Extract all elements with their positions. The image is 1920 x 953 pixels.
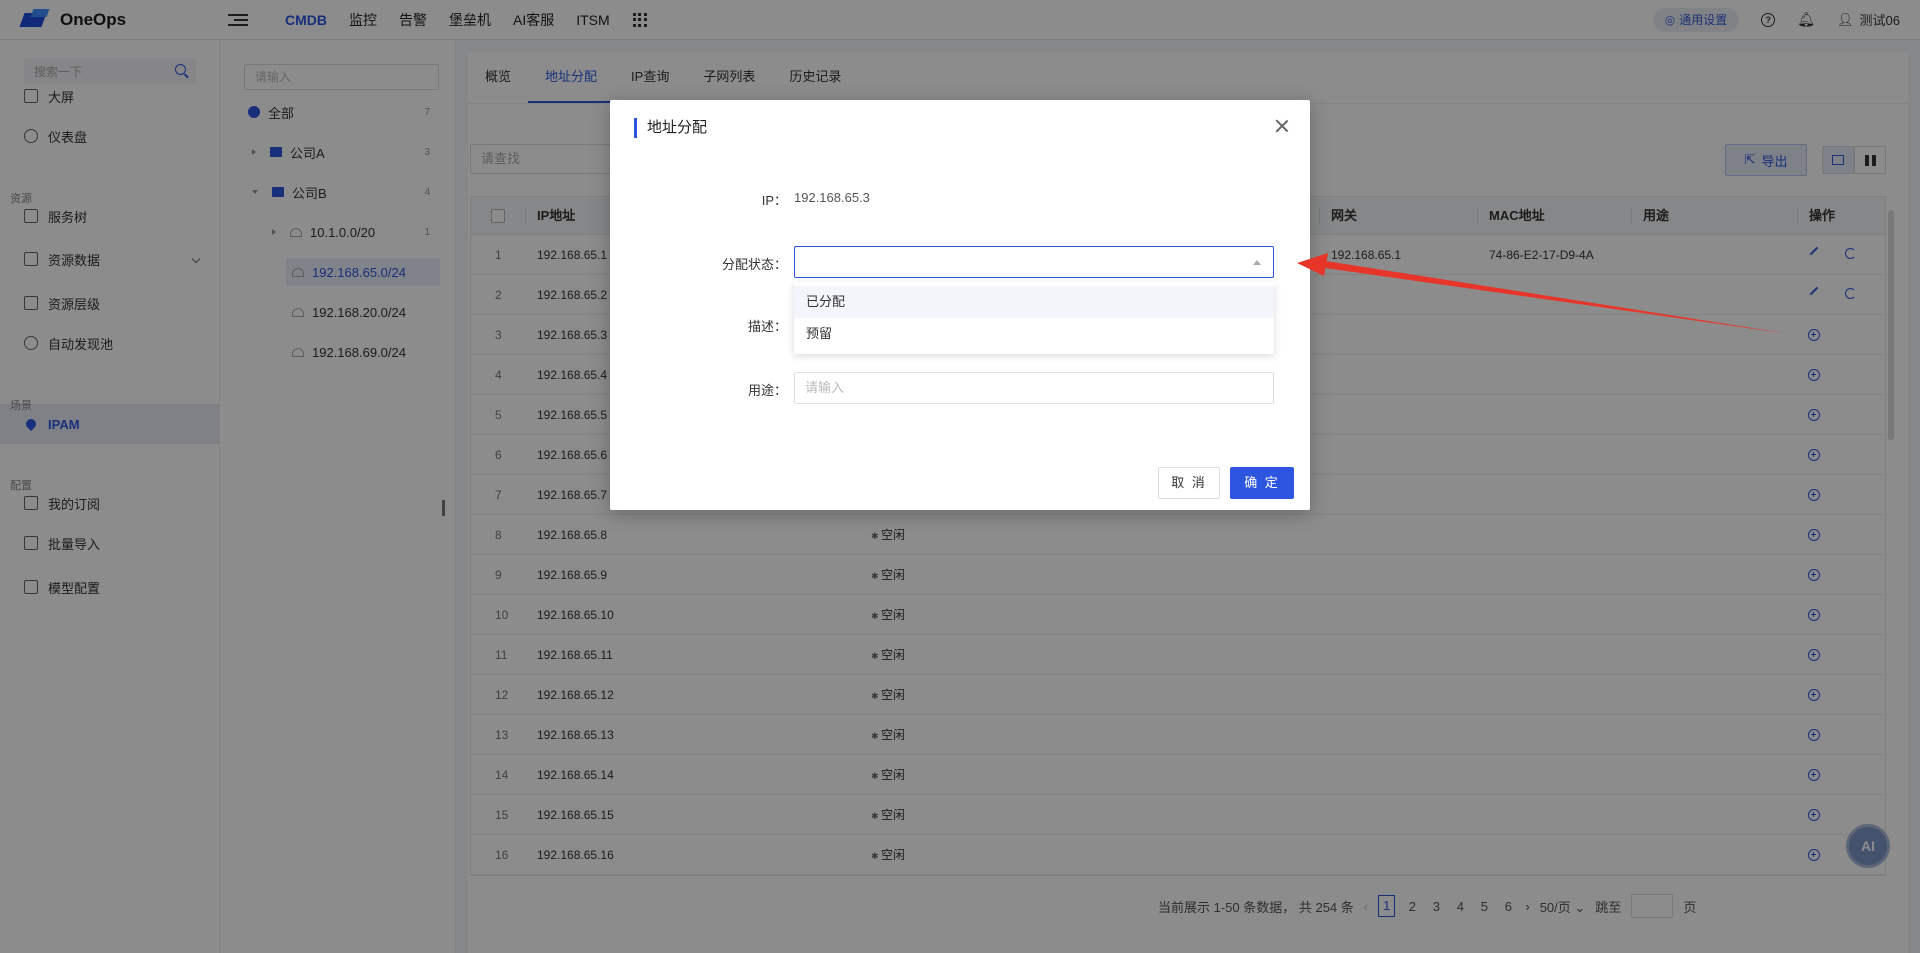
ip-label: IP： [761, 193, 787, 208]
allocation-status-select[interactable] [794, 246, 1274, 278]
cancel-button[interactable]: 取 消 [1158, 467, 1220, 499]
usage-label: 用途： [747, 383, 787, 398]
option-reserved[interactable]: 预留 [794, 318, 1274, 350]
desc-label: 描述： [747, 319, 787, 334]
ip-value: 192.168.65.3 [794, 190, 870, 205]
close-icon[interactable] [1274, 118, 1290, 134]
address-assign-modal: 地址分配 IP： 192.168.65.3 分配状态： 已分配 预留 描述： 用… [610, 100, 1310, 510]
usage-input[interactable]: 请输入 [794, 372, 1274, 404]
modal-title: 地址分配 [634, 118, 707, 138]
option-allocated[interactable]: 已分配 [794, 286, 1274, 318]
confirm-button[interactable]: 确 定 [1230, 467, 1294, 499]
status-label: 分配状态： [721, 257, 787, 272]
chevron-up-icon [1253, 260, 1261, 265]
status-dropdown: 已分配 预留 [794, 282, 1274, 354]
